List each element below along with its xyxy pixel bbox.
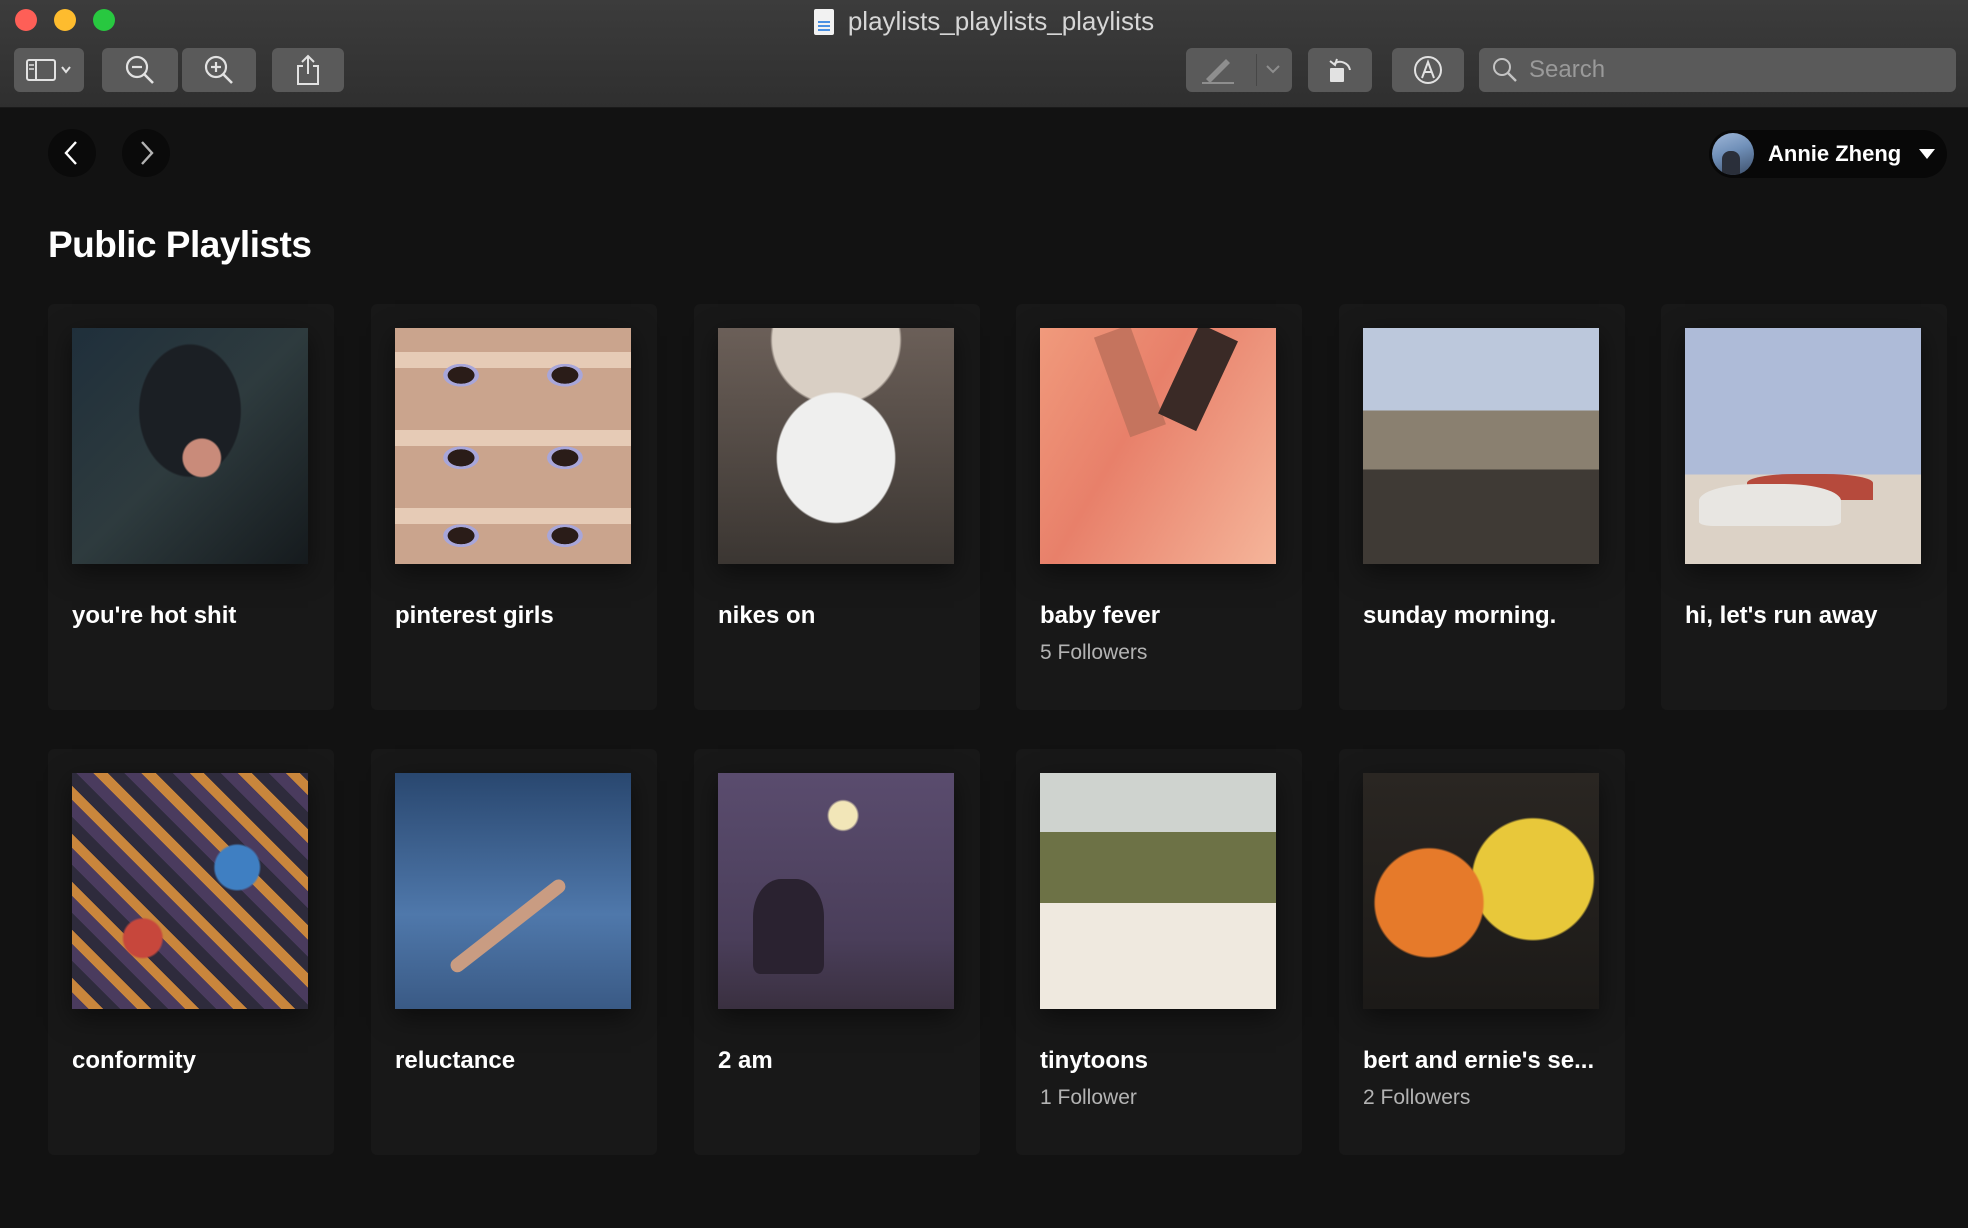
playlist-followers: 2 Followers — [1363, 1086, 1471, 1109]
zoom-in-button[interactable] — [182, 48, 256, 92]
playlist-cover — [1363, 773, 1599, 1009]
share-button[interactable] — [272, 48, 344, 92]
forward-button[interactable] — [122, 129, 170, 177]
playlist-cover — [1040, 773, 1276, 1009]
playlist-name: baby fever — [1040, 602, 1161, 629]
page-title: Public Playlists — [48, 224, 312, 265]
playlist-name: you're hot shit — [72, 602, 237, 629]
share-icon — [297, 54, 319, 85]
playlist-card[interactable]: baby fever 5 Followers — [1016, 304, 1302, 710]
playlist-name: sunday morning. — [1363, 602, 1557, 629]
playlist-followers: 1 Follower — [1040, 1086, 1137, 1109]
playlist-card[interactable]: nikes on — [694, 304, 980, 710]
playlist-name: 2 am — [718, 1047, 773, 1074]
user-name: Annie Zheng — [1768, 141, 1902, 166]
playlist-name: bert and ernie's se... — [1363, 1047, 1595, 1074]
search-field[interactable] — [1479, 48, 1956, 92]
zoom-out-button[interactable] — [102, 48, 178, 92]
playlist-followers: 5 Followers — [1040, 641, 1148, 664]
playlist-cover — [718, 773, 954, 1009]
playlist-card[interactable]: conformity — [48, 749, 334, 1155]
playlist-name: conformity — [72, 1047, 197, 1074]
chevron-down-icon[interactable] — [1264, 62, 1282, 76]
playlist-card[interactable]: reluctance — [371, 749, 657, 1155]
chevron-right-icon — [141, 141, 154, 165]
rotate-button[interactable] — [1308, 48, 1372, 92]
playlist-card[interactable]: you're hot shit — [48, 304, 334, 710]
playlist-cover — [718, 328, 954, 564]
playlist-cover — [72, 328, 308, 564]
playlist-cover — [1040, 328, 1276, 564]
playlist-cover — [395, 328, 631, 564]
sidebar-toggle-button[interactable] — [14, 48, 84, 92]
document-icon — [813, 9, 834, 35]
playlist-name: tinytoons — [1040, 1047, 1148, 1074]
playlist-name: nikes on — [718, 602, 816, 629]
divider — [1256, 54, 1257, 86]
playlist-card[interactable]: sunday morning. — [1339, 304, 1625, 710]
playlist-card[interactable]: pinterest girls — [371, 304, 657, 710]
avatar — [1712, 133, 1754, 175]
playlist-cover — [72, 773, 308, 1009]
playlist-name: hi, let's run away — [1685, 602, 1878, 629]
markup-button[interactable] — [1186, 48, 1292, 92]
playlist-card[interactable]: hi, let's run away — [1661, 304, 1947, 710]
window-title-container: playlists_playlists_playlists — [0, 4, 1968, 38]
playlist-card[interactable]: 2 am — [694, 749, 980, 1155]
zoom-in-icon — [204, 55, 233, 84]
window-toolbar: playlists_playlists_playlists — [0, 0, 1968, 108]
search-input[interactable] — [1529, 56, 1929, 84]
playlist-cover — [1685, 328, 1921, 564]
playlist-name: reluctance — [395, 1047, 516, 1074]
playlist-cover — [1363, 328, 1599, 564]
zoom-out-icon — [125, 55, 154, 84]
annotate-button[interactable] — [1392, 48, 1464, 92]
back-button[interactable] — [48, 129, 96, 177]
chevron-left-icon — [64, 141, 77, 165]
playlist-cover — [395, 773, 631, 1009]
user-menu-button[interactable]: Annie Zheng — [1709, 130, 1947, 178]
markup-circle-icon — [1414, 56, 1442, 84]
playlist-card[interactable]: bert and ernie's se... 2 Followers — [1339, 749, 1625, 1155]
rotate-icon — [1329, 58, 1351, 82]
playlist-name: pinterest girls — [395, 602, 554, 629]
search-icon — [1493, 58, 1517, 82]
playlist-card[interactable]: tinytoons 1 Follower — [1016, 749, 1302, 1155]
caret-down-icon — [1919, 149, 1936, 159]
pen-icon — [1202, 59, 1234, 84]
sidebar-icon — [26, 59, 71, 81]
window-title: playlists_playlists_playlists — [847, 6, 1155, 36]
